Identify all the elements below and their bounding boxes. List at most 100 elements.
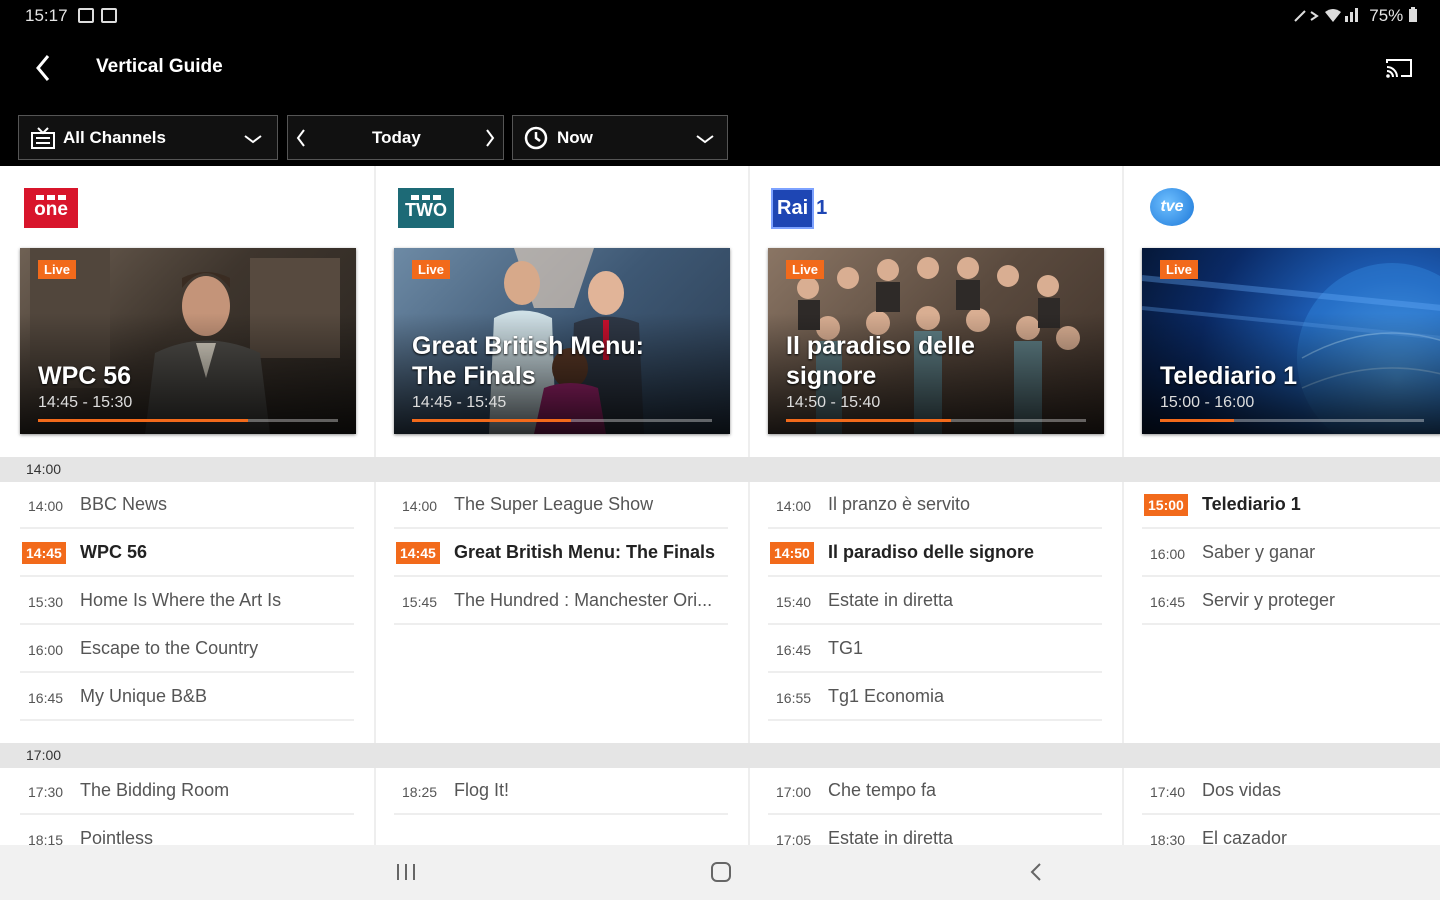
- progress-fill: [38, 419, 248, 422]
- progress-fill: [412, 419, 571, 422]
- program-name: WPC 56: [80, 542, 148, 562]
- program-name: BBC News: [80, 494, 168, 514]
- page-title: Vertical Guide: [96, 56, 223, 77]
- program-time: 17:30: [28, 784, 64, 800]
- program-row[interactable]: 17:05 Estate in diretta: [768, 815, 1102, 845]
- program-name: Servir y proteger: [1202, 590, 1336, 610]
- program-row[interactable]: 16:45 TG1: [768, 625, 1102, 673]
- program-time: 16:00: [28, 642, 64, 658]
- time-dropdown[interactable]: Now: [512, 115, 728, 160]
- program-time: 14:00: [28, 498, 64, 514]
- program-name: Home Is Where the Art Is: [80, 590, 282, 610]
- program-time: 14:00: [402, 498, 438, 514]
- program-time: 15:45: [402, 594, 438, 610]
- system-nav-bar: [0, 845, 1440, 900]
- program-row[interactable]: 16:55 Tg1 Economia: [768, 673, 1102, 721]
- program-name: The Bidding Room: [80, 780, 230, 800]
- program-name: Saber y ganar: [1202, 542, 1316, 562]
- recent-apps-icon[interactable]: [394, 859, 418, 885]
- channel-column-la1-tve: tve Live Telediario 1 15:00 - 16:00 15:0…: [1142, 166, 1440, 845]
- app-bar: Vertical Guide: [0, 34, 1440, 102]
- featured-title-line2: signore: [786, 362, 877, 390]
- channel-column-rai-1: Rai 1 Live Il paradiso delle signore 14:5…: [768, 166, 1108, 845]
- cast-icon[interactable]: [1384, 56, 1414, 80]
- program-time: 17:40: [1150, 784, 1186, 800]
- live-badge: Live: [38, 260, 77, 279]
- chevron-down-icon: [696, 135, 714, 144]
- program-time: 17:05: [776, 832, 812, 845]
- program-name: The Super League Show: [454, 494, 654, 514]
- featured-card[interactable]: Live Telediario 1 15:00 - 16:00: [1142, 248, 1440, 434]
- program-row[interactable]: 14:45 Great British Menu: The Finals: [394, 529, 728, 577]
- program-name: Great British Menu: The Finals: [454, 542, 716, 562]
- featured-card[interactable]: Live Great British Menu: The Finals 14:4…: [394, 248, 730, 434]
- program-row[interactable]: 17:40 Dos vidas: [1142, 767, 1440, 815]
- program-name: TG1: [828, 638, 864, 658]
- program-row[interactable]: 16:00 Escape to the Country: [20, 625, 354, 673]
- program-name: El cazador: [1202, 828, 1288, 845]
- program-time-current: 14:45: [396, 542, 440, 564]
- channel-list-icon: [31, 127, 55, 149]
- program-row[interactable]: 16:45 Servir y proteger: [1142, 577, 1440, 625]
- program-row[interactable]: 14:45 WPC 56: [20, 529, 354, 577]
- live-badge: Live: [786, 260, 825, 279]
- back-icon[interactable]: [30, 48, 60, 88]
- notification-icon: [101, 8, 117, 23]
- program-row[interactable]: 18:25 Flog It!: [394, 767, 728, 815]
- program-row[interactable]: 14:00 The Super League Show: [394, 481, 728, 529]
- progress-bar: [412, 419, 712, 422]
- day-selector[interactable]: Today: [287, 115, 504, 160]
- back-nav-icon[interactable]: [1026, 859, 1046, 885]
- program-row[interactable]: 14:50 Il paradiso delle signore: [768, 529, 1102, 577]
- program-name: Il paradiso delle signore: [828, 542, 1035, 562]
- channel-column-bbc-one: one Live WPC 56 14:45 - 15:30 14:00 BBC N…: [20, 166, 360, 845]
- featured-card[interactable]: Live Il paradiso delle signore 14:50 - 1…: [768, 248, 1104, 434]
- featured-card[interactable]: Live WPC 56 14:45 - 15:30: [20, 248, 356, 434]
- program-name: Il pranzo è servito: [828, 494, 971, 514]
- program-row[interactable]: 15:40 Estate in diretta: [768, 577, 1102, 625]
- signal-icon: [1293, 8, 1358, 22]
- time-label: Now: [557, 128, 593, 147]
- program-row[interactable]: 17:00 Che tempo fa: [768, 767, 1102, 815]
- program-time: 18:30: [1150, 832, 1186, 845]
- program-time: 14:00: [776, 498, 812, 514]
- channel-logo-bbc-two[interactable]: TWO: [398, 188, 454, 228]
- program-row[interactable]: 18:15 Pointless: [20, 815, 354, 845]
- progress-bar: [38, 419, 338, 422]
- program-row[interactable]: 15:00 Telediario 1: [1142, 481, 1440, 529]
- featured-title: Telediario 1: [1160, 362, 1298, 390]
- program-name: Telediario 1: [1202, 494, 1301, 514]
- status-time: 15:17: [25, 6, 68, 25]
- featured-time: 14:50 - 15:40: [786, 394, 881, 411]
- clock-icon: [524, 126, 548, 150]
- program-name: My Unique B&B: [80, 686, 208, 706]
- featured-time: 14:45 - 15:30: [38, 394, 133, 411]
- program-row[interactable]: 15:45 The Hundred : Manchester Ori...: [394, 577, 728, 625]
- featured-time: 15:00 - 16:00: [1160, 394, 1255, 411]
- program-time: 16:55: [776, 690, 812, 706]
- channel-logo-rai-1[interactable]: Rai 1: [771, 188, 827, 229]
- program-time: 16:45: [28, 690, 64, 706]
- chevron-down-icon: [244, 135, 262, 144]
- program-row[interactable]: 14:00 BBC News: [20, 481, 354, 529]
- program-name: Dos vidas: [1202, 780, 1282, 800]
- program-name: Pointless: [80, 828, 154, 845]
- channel-logo-tve[interactable]: tve: [1150, 188, 1194, 226]
- chevron-left-icon[interactable]: [294, 127, 308, 149]
- program-time-current: 15:00: [1144, 494, 1188, 516]
- channel-logo-bbc-one[interactable]: one: [24, 188, 78, 228]
- home-icon[interactable]: [708, 859, 734, 885]
- program-time: 18:25: [402, 784, 438, 800]
- program-row[interactable]: 18:30 El cazador: [1142, 815, 1440, 845]
- live-badge: Live: [412, 260, 451, 279]
- chevron-right-icon[interactable]: [483, 127, 497, 149]
- program-row[interactable]: 16:00 Saber y ganar: [1142, 529, 1440, 577]
- channel-column-bbc-two: TWO Live Great British Menu: The Finals …: [394, 166, 734, 845]
- program-row[interactable]: 16:45 My Unique B&B: [20, 673, 354, 721]
- channels-dropdown[interactable]: All Channels: [18, 115, 278, 160]
- program-row[interactable]: 17:30 The Bidding Room: [20, 767, 354, 815]
- day-label: Today: [372, 128, 421, 147]
- progress-bar: [1160, 419, 1424, 422]
- program-row[interactable]: 14:00 Il pranzo è servito: [768, 481, 1102, 529]
- program-row[interactable]: 15:30 Home Is Where the Art Is: [20, 577, 354, 625]
